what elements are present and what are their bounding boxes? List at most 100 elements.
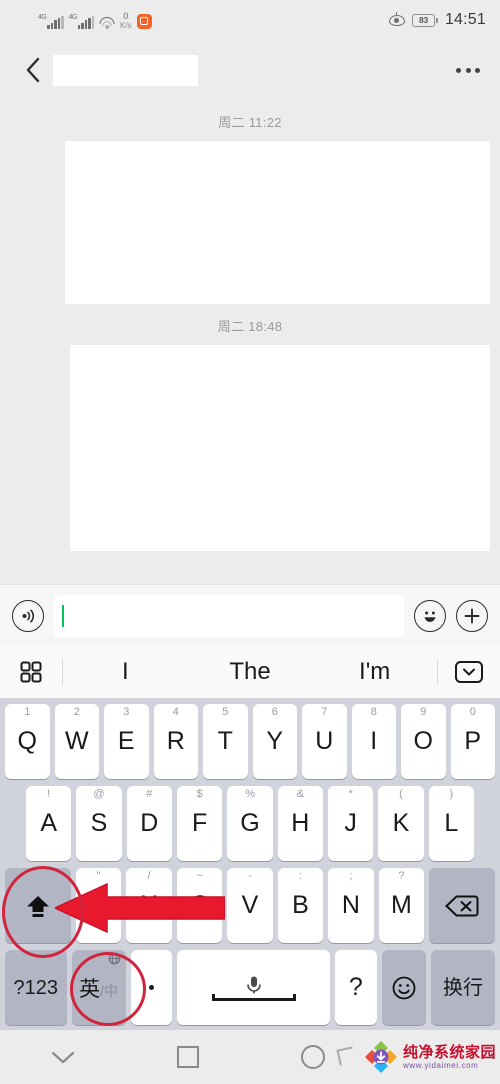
nav-back-button[interactable] (0, 1048, 125, 1066)
key-hint: " (96, 870, 101, 882)
key-i[interactable]: 8I (351, 704, 396, 779)
key-z[interactable]: " Z (75, 868, 122, 943)
key-hint: $ (196, 788, 203, 800)
key-x[interactable]: / X (126, 868, 172, 943)
key-s[interactable]: @ S (76, 786, 122, 861)
app-icon (136, 13, 152, 29)
symbols-key[interactable]: ?123 (5, 950, 67, 1025)
key-hint: % (245, 788, 255, 800)
keyboard-suggestion-bar: I The I'm (0, 646, 500, 698)
key-label: F (192, 809, 208, 837)
key-l[interactable]: ) L (428, 786, 474, 861)
voice-wave-icon (22, 609, 35, 622)
key-hint: 6 (271, 706, 278, 718)
key-label: S (90, 809, 108, 837)
key-hint: 4 (172, 706, 179, 718)
key-w[interactable]: 2W (54, 704, 99, 779)
key-d[interactable]: # D (126, 786, 172, 861)
key-hint: 7 (321, 706, 328, 718)
key-t[interactable]: 5T (203, 704, 248, 779)
key-label: O (413, 727, 433, 755)
key-label: U (315, 727, 334, 755)
key-hint: # (146, 788, 153, 800)
space-key[interactable] (177, 950, 330, 1025)
key-h[interactable]: & H (277, 786, 323, 861)
message-input-bar (0, 584, 500, 646)
key-hint: 0 (469, 706, 476, 718)
suggestion-word[interactable]: I (63, 658, 188, 686)
key-u[interactable]: 7U (302, 704, 347, 779)
message-text-input[interactable] (54, 594, 404, 637)
emoji-key[interactable] (381, 950, 427, 1025)
signal-icon-secondary: 4G (69, 14, 94, 29)
backspace-key[interactable] (429, 868, 495, 943)
key-o[interactable]: 9O (401, 704, 446, 779)
key-c[interactable]: ~ C (176, 868, 223, 943)
voice-input-button[interactable] (12, 599, 44, 632)
battery-level-label: 83 (419, 15, 428, 25)
chat-message-list[interactable]: 周二 11:22 周二 18:48 (0, 100, 500, 584)
key-label: ? (348, 973, 363, 1001)
microphone-icon (246, 976, 261, 994)
signal-icon: 4G (38, 14, 64, 29)
key-n[interactable]: ; N (328, 868, 374, 943)
key-label: G (240, 809, 260, 837)
key-r[interactable]: 4R (153, 704, 198, 779)
key-label: I (370, 727, 378, 755)
key-label: E (117, 727, 135, 755)
key-p[interactable]: 0P (450, 704, 495, 779)
key-a[interactable]: ! A (26, 786, 72, 861)
question-mark-key[interactable]: ? (334, 950, 377, 1025)
recents-square-icon (176, 1046, 199, 1068)
on-screen-keyboard: 1Q 2W 3E 4R 5T 6Y 7U 8I 9O 0P ! A @ S # D $… (0, 698, 500, 1030)
key-k[interactable]: (K (378, 786, 424, 861)
key-hint: ? (398, 870, 405, 882)
key-y[interactable]: 6Y (252, 704, 297, 779)
hide-keyboard-button[interactable] (438, 660, 500, 684)
key-label: V (241, 891, 259, 919)
key-hint: 1 (24, 706, 31, 718)
key-g[interactable]: % G (227, 786, 273, 861)
dot-icon (149, 985, 155, 990)
key-f[interactable]: $ F (177, 786, 223, 861)
status-bar: 4G 4G 0 K/s 83 14:51 (0, 0, 500, 40)
message-bubble[interactable] (70, 345, 490, 551)
suggestion-word[interactable]: The (188, 658, 313, 686)
nav-home-button[interactable] (250, 1045, 375, 1069)
status-bar-clock: 14:51 (444, 11, 486, 28)
network-speed-value: 0 (123, 10, 129, 21)
more-options-button[interactable] (454, 58, 482, 83)
message-bubble[interactable] (65, 141, 490, 304)
emoji-button[interactable] (414, 599, 446, 632)
plus-icon (464, 608, 480, 623)
language-switch-key[interactable]: 英 /中 (71, 950, 126, 1025)
key-label: L (444, 809, 459, 837)
shift-arrow-icon (26, 895, 49, 917)
home-circle-icon (300, 1045, 325, 1069)
keyboard-menu-button[interactable] (0, 659, 62, 685)
key-e[interactable]: 3E (104, 704, 149, 779)
key-label: T (217, 727, 233, 755)
more-dot (465, 67, 471, 73)
shift-key[interactable] (5, 868, 71, 943)
key-v[interactable]: -V (227, 868, 273, 943)
key-label: W (64, 727, 89, 755)
chevron-down-box-icon (455, 661, 483, 683)
key-label: Y (266, 727, 284, 755)
key-b[interactable]: :B (277, 868, 324, 943)
key-hint: ) (449, 788, 454, 800)
key-hint: 2 (73, 706, 80, 718)
nav-recents-button[interactable] (125, 1046, 250, 1068)
key-hint: ( (399, 788, 403, 800)
back-button[interactable] (18, 50, 48, 90)
key-j[interactable]: * J (327, 786, 374, 861)
key-q[interactable]: 1Q (5, 704, 50, 779)
key-hint: ; (349, 870, 353, 882)
suggestion-word[interactable]: I'm (312, 658, 437, 686)
return-key[interactable]: 换行 (431, 950, 495, 1025)
period-key[interactable] (130, 950, 173, 1025)
key-hint: 3 (123, 706, 130, 718)
status-bar-left: 4G 4G 0 K/s (38, 10, 152, 30)
add-attachment-button[interactable] (456, 599, 488, 632)
key-m[interactable]: ? M (378, 868, 425, 943)
